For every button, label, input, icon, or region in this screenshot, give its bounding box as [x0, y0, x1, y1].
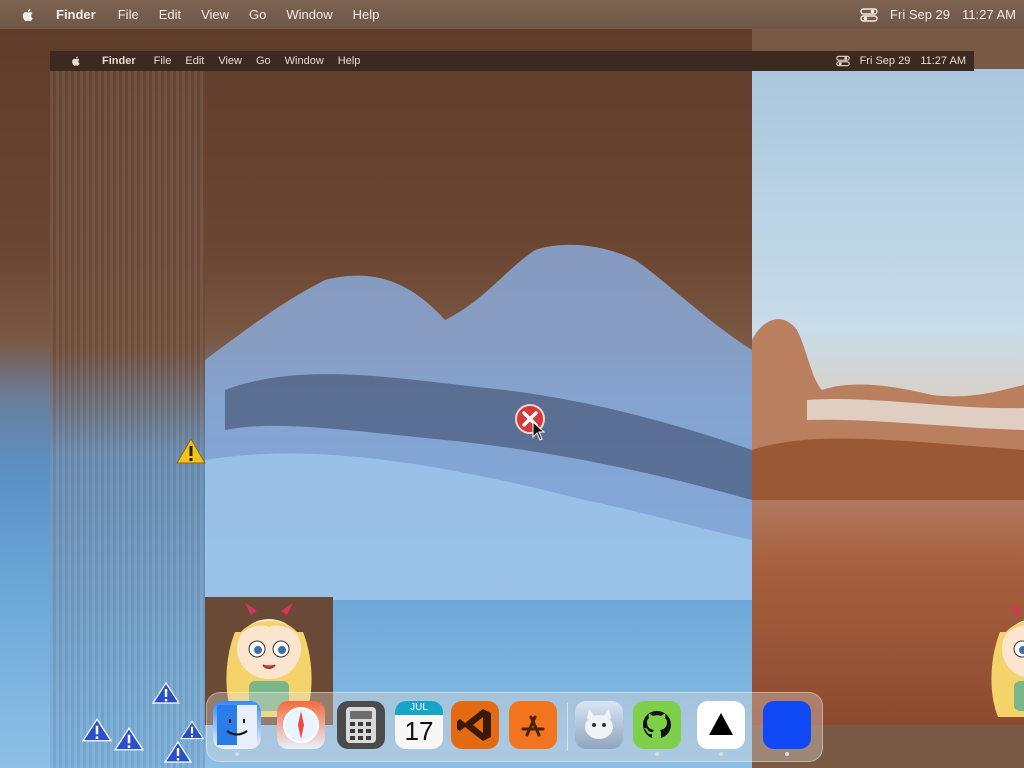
menu-edit[interactable]: Edit [159, 7, 181, 22]
dock-calendar[interactable]: JUL 17 [395, 701, 443, 749]
warning-icon-blue[interactable] [164, 740, 192, 764]
safari-icon [283, 707, 319, 743]
glitch-strip [50, 71, 205, 768]
dock-finder[interactable] [213, 701, 261, 756]
inner-control-center-icon [835, 55, 850, 67]
menu-go[interactable]: Go [249, 7, 266, 22]
calculator-icon [346, 707, 376, 743]
inner-menu-window: Window [284, 55, 324, 67]
blue-square-icon [769, 707, 805, 743]
warning-icon[interactable] [176, 438, 206, 464]
inner-menu-help: Help [337, 55, 361, 67]
dock-app-store[interactable] [509, 701, 557, 749]
dock: JUL 17 [206, 692, 823, 762]
menubar-time[interactable]: 11:27 AM [962, 7, 1016, 22]
warning-icon-blue[interactable] [180, 720, 204, 740]
calendar-month: JUL [395, 701, 443, 715]
dock-blue-app[interactable] [763, 701, 811, 756]
menubar-date[interactable]: Fri Sep 29 [890, 7, 950, 22]
github-icon [643, 711, 671, 738]
menu-view[interactable]: View [201, 7, 229, 22]
cartoon-character-image-right [970, 597, 1024, 723]
dock-safari[interactable] [277, 701, 325, 749]
calendar-day: 17 [404, 716, 434, 746]
inner-apple-logo-icon [72, 56, 80, 66]
cartoon-character-art-right [991, 603, 1024, 717]
menu-file[interactable]: File [118, 7, 139, 22]
vscode-icon [457, 709, 491, 741]
dock-separator [567, 703, 568, 751]
warning-icon-blue[interactable] [114, 727, 144, 751]
mountain-inverted [205, 244, 752, 600]
warning-icon-blue[interactable] [82, 718, 112, 742]
running-indicator [785, 752, 789, 756]
mouse-cursor-icon [532, 421, 546, 441]
running-indicator [655, 752, 659, 756]
dock-github[interactable] [633, 701, 681, 756]
control-center-icon[interactable] [860, 7, 878, 22]
inner-menu-edit: Edit [185, 55, 205, 67]
apple-logo-icon[interactable] [20, 7, 36, 23]
menu-window[interactable]: Window [286, 7, 332, 22]
running-indicator [719, 752, 723, 756]
dock-calculator[interactable] [337, 701, 385, 749]
inner-menu-file: File [153, 55, 172, 67]
cat-photo-icon [585, 709, 613, 739]
inner-menu-go: Go [255, 55, 271, 67]
finder-icon [217, 705, 257, 745]
inner-menubar-date: Fri Sep 29 [859, 55, 911, 67]
inner-menu-view: View [218, 55, 242, 67]
triangle-app-icon [709, 713, 733, 735]
menubar-app-name[interactable]: Finder [56, 7, 96, 22]
running-indicator [235, 752, 239, 756]
dock-photo[interactable] [575, 701, 623, 749]
dock-vectorworks[interactable] [697, 701, 745, 756]
menubar-right: Fri Sep 29 11:27 AM [860, 0, 1016, 29]
dock-vscode[interactable] [451, 701, 499, 749]
inner-menubar-time: 11:27 AM [920, 55, 966, 67]
inner-menubar: Finder File Edit View Go Window Help Fri… [50, 51, 974, 71]
menu-help[interactable]: Help [353, 7, 380, 22]
app-store-icon [521, 715, 545, 737]
inner-menubar-app-name: Finder [102, 55, 136, 67]
inner-menubar-right: Fri Sep 29 11:27 AM [835, 55, 966, 67]
warning-icon-blue[interactable] [152, 682, 180, 704]
menubar: Finder File Edit View Go Window Help Fri… [0, 0, 1024, 29]
rock-formation [752, 319, 1024, 500]
